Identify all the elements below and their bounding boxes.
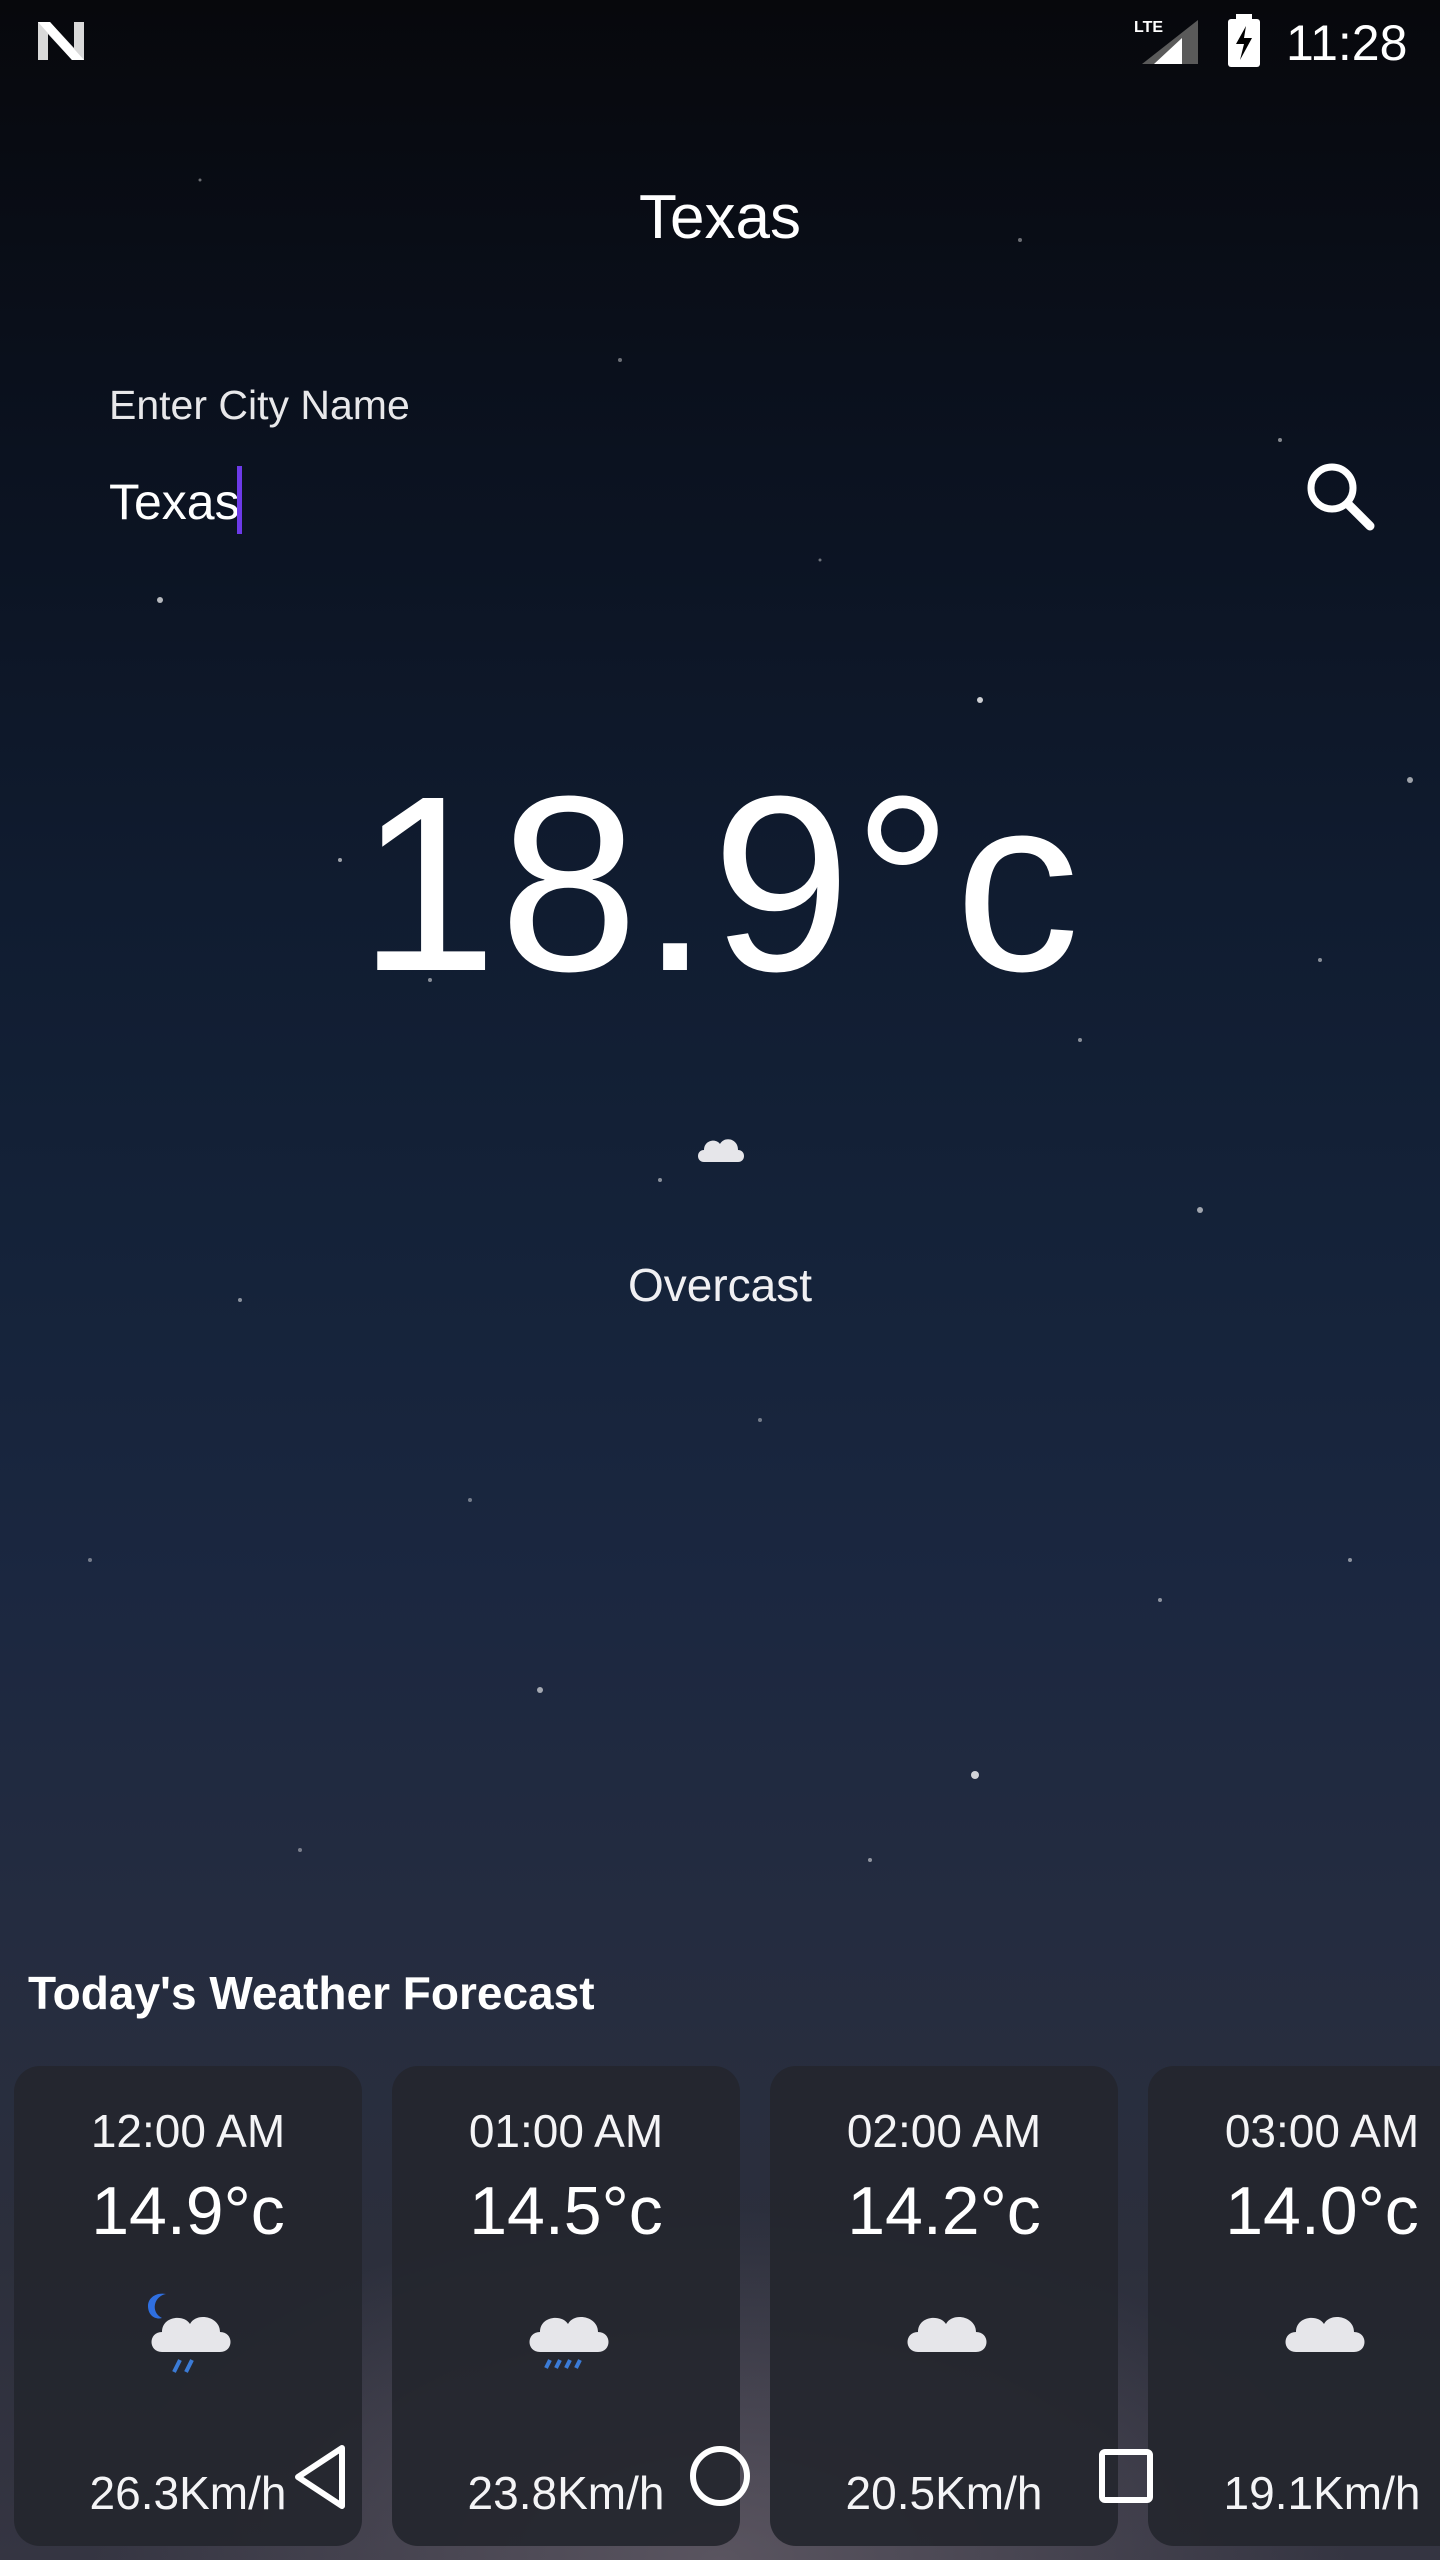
forecast-time: 12:00 AM (90, 2105, 286, 2157)
forecast-time: 03:00 AM (1224, 2105, 1420, 2157)
page-title: Texas (639, 183, 801, 252)
search-icon (1307, 463, 1375, 531)
battery-charging-icon (1228, 14, 1260, 67)
n-logo-icon (38, 22, 84, 60)
rain-cloud-icon (529, 2317, 609, 2369)
city-input-label: Enter City Name (109, 382, 410, 428)
status-clock: 11:28 (1286, 15, 1408, 71)
forecast-time: 02:00 AM (846, 2105, 1042, 2157)
search-button[interactable] (1296, 452, 1384, 540)
svg-text:LTE: LTE (1134, 19, 1163, 36)
forecast-wind: 19.1Km/h (1223, 2467, 1421, 2519)
forecast-time: 01:00 AM (468, 2105, 664, 2157)
recents-icon[interactable] (1098, 2448, 1154, 2504)
forecast-temp: 14.2°c (847, 2173, 1041, 2249)
cloud-icon (1285, 2317, 1365, 2352)
forecast-title: Today's Weather Forecast (28, 1967, 595, 2019)
home-icon[interactable] (688, 2444, 752, 2508)
lte-signal-icon: LTE (1134, 19, 1198, 64)
back-icon[interactable] (290, 2442, 350, 2512)
current-condition: Overcast (627, 1259, 813, 1311)
night-rain-icon (148, 2293, 231, 2373)
text-caret (237, 466, 242, 534)
current-temperature: 18.9°c (358, 744, 1082, 1023)
city-input-container (109, 462, 1259, 542)
forecast-temp: 14.5°c (469, 2173, 663, 2249)
forecast-card[interactable]: 03:00 AM 14.0°c 19.1Km/h (1148, 2066, 1440, 2546)
status-bar: LTE 11:28 (0, 0, 1440, 84)
forecast-temp: 14.0°c (1225, 2173, 1419, 2249)
cloud-icon (698, 1139, 744, 1162)
cloud-icon (907, 2317, 987, 2352)
forecast-wind: 20.5Km/h (845, 2467, 1043, 2519)
forecast-temp: 14.9°c (91, 2173, 285, 2249)
city-search-input[interactable] (109, 462, 1259, 542)
forecast-card[interactable]: 02:00 AM 14.2°c 20.5Km/h (770, 2066, 1118, 2546)
